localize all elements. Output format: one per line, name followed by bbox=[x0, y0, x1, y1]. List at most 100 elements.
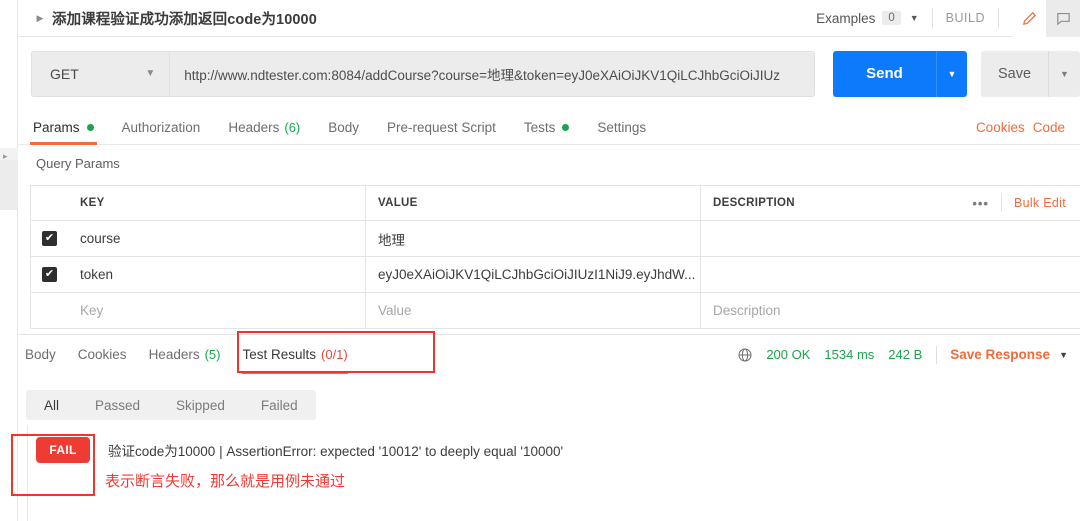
query-params-rows: ✔ course 地理 ✔ token eyJ0eXAiOiJKV1QiLCJhbGciO… bbox=[31, 221, 1080, 329]
param-key-cell[interactable]: course bbox=[68, 221, 366, 256]
tab-pre-request-script[interactable]: Pre-request Script bbox=[387, 110, 496, 145]
build-label[interactable]: BUILD bbox=[946, 11, 985, 25]
cookies-link[interactable]: Cookies bbox=[976, 120, 1025, 135]
tab-tests[interactable]: Tests bbox=[524, 110, 570, 145]
column-header-description: DESCRIPTION bbox=[713, 197, 795, 209]
response-status: 200 OK bbox=[766, 347, 811, 362]
response-tab-count: (5) bbox=[204, 347, 221, 362]
send-button[interactable]: Send bbox=[833, 50, 936, 97]
new-param-description-input-text: Description bbox=[713, 303, 781, 318]
comment-icon[interactable] bbox=[1046, 0, 1080, 37]
request-tab-bar: Params Authorization Headers (6) Body Pre-req… bbox=[18, 110, 1080, 145]
response-tab-label: Headers bbox=[148, 347, 200, 362]
examples-count-badge: 0 bbox=[882, 11, 901, 25]
tab-label: Authorization bbox=[121, 119, 201, 135]
param-key-cell-text: token bbox=[80, 267, 114, 282]
response-tab-bar: Body Cookies Headers (5) Test Results (0/1) 2… bbox=[18, 335, 1080, 374]
tab-label: Headers bbox=[228, 119, 280, 135]
divider bbox=[998, 7, 999, 29]
response-tab-cookies[interactable]: Cookies bbox=[78, 335, 127, 374]
column-header-value: VALUE bbox=[378, 197, 418, 209]
column-header-key: KEY bbox=[80, 197, 105, 209]
http-method-value: GET bbox=[50, 65, 79, 82]
param-key-cell-text: course bbox=[80, 231, 121, 246]
new-param-description-input[interactable]: Description bbox=[701, 293, 1080, 328]
filter-skipped[interactable]: Skipped bbox=[158, 390, 243, 420]
examples-chevron-down-icon[interactable]: ▼ bbox=[910, 13, 919, 23]
new-param-key-input[interactable]: Key bbox=[68, 293, 366, 328]
row-checkbox[interactable]: ✔ bbox=[31, 221, 68, 256]
examples-label: Examples bbox=[816, 10, 876, 26]
param-value-cell[interactable]: 地理 bbox=[366, 221, 701, 256]
param-value-cell-text: 地理 bbox=[378, 232, 405, 248]
request-title-bar: ▶ 添加课程验证成功添加返回code为10000 Examples 0 ▼ BU… bbox=[18, 0, 1080, 37]
tab-body[interactable]: Body bbox=[328, 110, 359, 145]
url-bar-row: GET ▼ http://www.ndtester.com:8084/addCo… bbox=[18, 37, 1080, 110]
table-header-row: KEY VALUE DESCRIPTION ••• Bulk Edit bbox=[31, 186, 1080, 221]
tab-label: Body bbox=[328, 119, 360, 135]
new-param-key-input-text: Key bbox=[80, 303, 104, 318]
globe-icon bbox=[737, 347, 753, 363]
param-description-cell[interactable] bbox=[701, 221, 1080, 256]
row-checkbox[interactable]: ✔ bbox=[31, 257, 68, 292]
tab-label: Pre-request Script bbox=[387, 119, 496, 135]
row-checkbox-empty[interactable] bbox=[31, 293, 68, 328]
title-bar-actions: Examples 0 ▼ BUILD bbox=[816, 0, 1080, 37]
tab-params[interactable]: Params bbox=[30, 110, 97, 145]
header-cell-checkbox bbox=[31, 186, 68, 220]
annotation-box-test-results bbox=[237, 331, 435, 373]
tab-settings[interactable]: Settings bbox=[597, 110, 646, 145]
response-tab-headers[interactable]: Headers (5) bbox=[149, 335, 221, 374]
response-tab-body[interactable]: Body bbox=[25, 335, 56, 374]
param-value-cell[interactable]: eyJ0eXAiOiJKV1QiLCJhbGciOiJIUzI1NiJ9.eyJ… bbox=[366, 257, 701, 292]
tab-count: (6) bbox=[284, 119, 301, 135]
filter-all[interactable]: All bbox=[26, 390, 77, 420]
send-button-group: Send ▼ bbox=[833, 50, 967, 97]
param-key-cell[interactable]: token bbox=[68, 257, 366, 292]
new-param-value-input[interactable]: Value bbox=[366, 293, 701, 328]
header-cell-description: DESCRIPTION ••• Bulk Edit bbox=[701, 186, 1080, 220]
filter-failed[interactable]: Failed bbox=[243, 390, 316, 420]
bulk-edit-button[interactable]: Bulk Edit bbox=[1000, 194, 1080, 212]
rail-band-lower bbox=[0, 160, 18, 210]
url-value: http://www.ndtester.com:8084/addCourse?c… bbox=[184, 67, 781, 83]
header-cell-value: VALUE bbox=[366, 186, 701, 220]
save-options-chevron-down-icon[interactable]: ▼ bbox=[1048, 50, 1080, 97]
test-result-text: 验证code为10000 | AssertionError: expected … bbox=[108, 444, 564, 459]
page-title: 添加课程验证成功添加返回code为10000 bbox=[52, 11, 317, 28]
table-row-new: Key Value Description bbox=[31, 293, 1080, 329]
tab-authorization[interactable]: Authorization bbox=[122, 110, 201, 145]
response-tab-label: Body bbox=[25, 347, 56, 362]
postman-request-window: ▸ ▶ 添加课程验证成功添加返回code为10000 Examples 0 ▼ … bbox=[0, 0, 1080, 521]
save-button-group: Save ▼ bbox=[981, 50, 1080, 97]
response-tab-label: Cookies bbox=[77, 347, 127, 362]
sidebar-collapse-handle-icon[interactable]: ▸ bbox=[3, 152, 12, 161]
divider bbox=[936, 345, 938, 364]
pencil-edit-icon[interactable] bbox=[1012, 0, 1046, 37]
param-description-cell[interactable] bbox=[701, 257, 1080, 292]
annotation-box-fail-badge bbox=[11, 434, 95, 496]
url-input[interactable]: http://www.ndtester.com:8084/addCourse?c… bbox=[169, 50, 815, 97]
checkmark-icon: ✔ bbox=[42, 231, 57, 246]
ellipsis-icon[interactable]: ••• bbox=[960, 196, 1001, 211]
send-options-chevron-down-icon[interactable]: ▼ bbox=[936, 50, 967, 97]
request-tab-links: Cookies Code bbox=[976, 120, 1080, 135]
code-link[interactable]: Code bbox=[1033, 120, 1065, 135]
table-row: ✔ course 地理 bbox=[31, 221, 1080, 257]
triangle-right-icon[interactable]: ▶ bbox=[34, 13, 46, 24]
tab-headers[interactable]: Headers (6) bbox=[228, 110, 300, 145]
annotation-note: 表示断言失败，那么就是用例未通过 bbox=[105, 473, 346, 490]
save-response-button[interactable]: Save Response bbox=[950, 347, 1050, 362]
new-param-value-input-text: Value bbox=[378, 303, 412, 318]
tab-label: Params bbox=[33, 119, 80, 135]
query-params-table: KEY VALUE DESCRIPTION ••• Bulk Edit ✔ cou… bbox=[30, 185, 1080, 329]
chevron-down-icon: ▼ bbox=[145, 68, 156, 79]
response-meta: 200 OK 1534 ms 242 B Save Response ▼ bbox=[737, 345, 1068, 364]
filter-passed[interactable]: Passed bbox=[77, 390, 158, 420]
save-response-chevron-down-icon[interactable]: ▼ bbox=[1059, 350, 1068, 360]
param-value-cell-text: eyJ0eXAiOiJKV1QiLCJhbGciOiJIUzI1NiJ9.eyJ… bbox=[378, 267, 696, 282]
response-size: 242 B bbox=[888, 347, 923, 362]
tab-status-dot-icon bbox=[86, 123, 94, 131]
save-button[interactable]: Save bbox=[981, 50, 1048, 97]
http-method-dropdown[interactable]: GET ▼ bbox=[31, 50, 170, 97]
